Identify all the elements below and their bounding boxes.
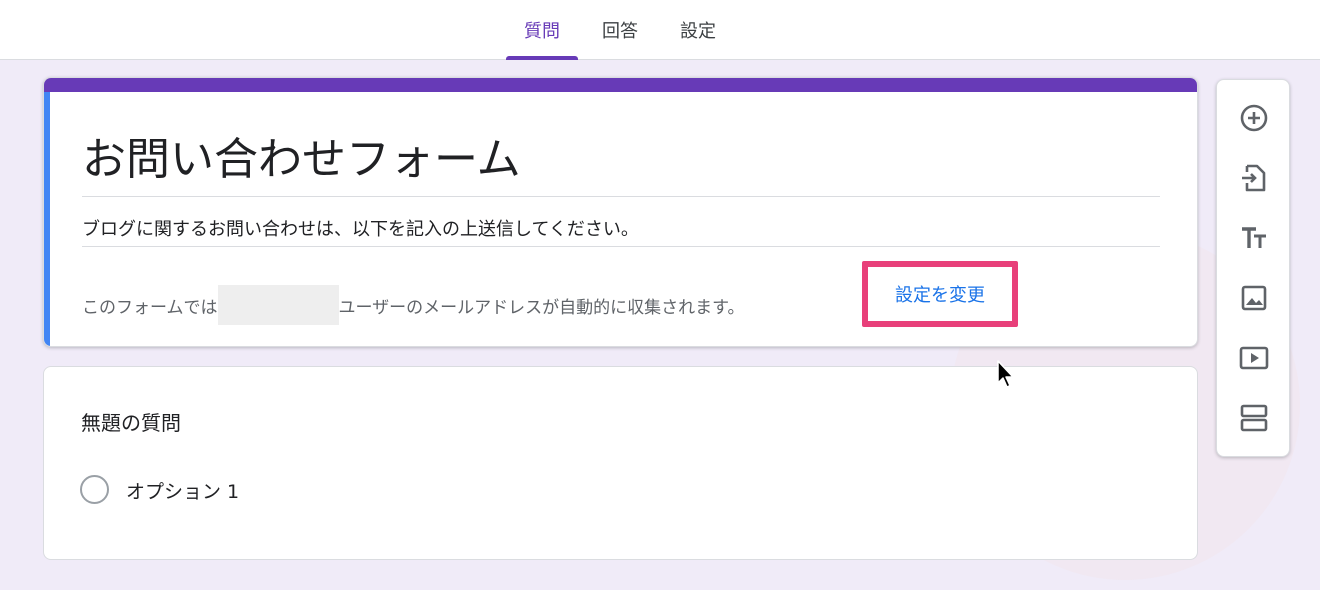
- floating-toolbar: [1216, 79, 1290, 457]
- add-question-icon[interactable]: [1230, 94, 1278, 142]
- description-underline: [82, 246, 1160, 247]
- tab-responses[interactable]: 回答: [590, 0, 650, 60]
- collect-prefix: このフォームでは: [82, 297, 218, 318]
- change-settings-highlight: 設定を変更: [862, 261, 1018, 327]
- active-card-indicator: [44, 92, 50, 346]
- import-questions-icon[interactable]: [1230, 154, 1278, 202]
- add-section-icon[interactable]: [1230, 394, 1278, 442]
- add-image-icon[interactable]: [1230, 274, 1278, 322]
- tab-settings[interactable]: 設定: [668, 0, 728, 60]
- question-card[interactable]: 無題の質問 オプション 1: [43, 366, 1198, 560]
- theme-color-strip: [44, 78, 1197, 92]
- add-video-icon[interactable]: [1230, 334, 1278, 382]
- top-tab-bar: 質問 回答 設定: [0, 0, 1320, 60]
- add-title-icon[interactable]: [1230, 214, 1278, 262]
- mouse-cursor-icon: [997, 360, 1014, 388]
- redacted-domain: [217, 285, 339, 325]
- option-label[interactable]: オプション 1: [126, 477, 239, 504]
- radio-button[interactable]: [80, 475, 109, 504]
- form-title[interactable]: お問い合わせフォーム: [82, 123, 521, 187]
- tab-questions[interactable]: 質問: [506, 0, 578, 60]
- form-description[interactable]: ブログに関するお問い合わせは、以下を記入の上送信してください。: [82, 215, 639, 241]
- question-title[interactable]: 無題の質問: [81, 407, 181, 436]
- change-settings-link[interactable]: 設定を変更: [895, 281, 985, 307]
- collect-suffix: ユーザーのメールアドレスが自動的に収集されます。: [338, 297, 745, 318]
- form-title-card[interactable]: お問い合わせフォーム ブログに関するお問い合わせは、以下を記入の上送信してくださ…: [43, 77, 1198, 347]
- title-underline: [82, 196, 1160, 197]
- email-collection-notice: このフォームでは ユーザーのメールアドレスが自動的に収集されます。: [82, 285, 744, 325]
